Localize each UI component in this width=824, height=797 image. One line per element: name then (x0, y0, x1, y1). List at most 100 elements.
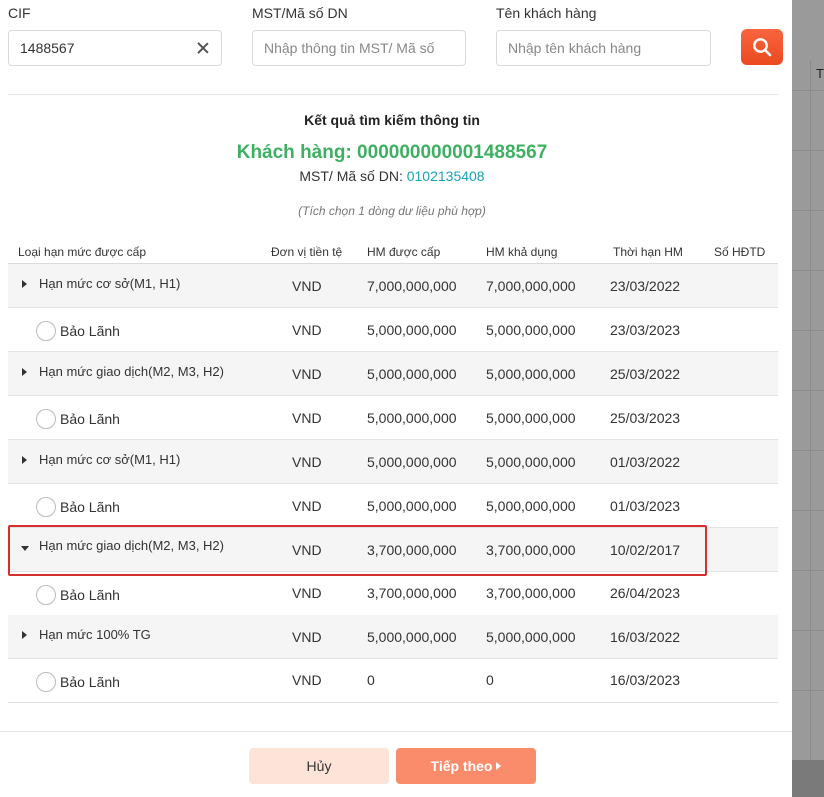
row-available: 5,000,000,000 (486, 410, 576, 426)
row-currency: VND (292, 498, 322, 514)
cancel-button[interactable]: Hủy (249, 748, 389, 784)
mst-line-value: 0102135408 (406, 168, 485, 184)
row-currency: VND (292, 278, 322, 294)
table-row-sub[interactable]: Bảo Lãnh VND 0 0 16/03/2023 (8, 659, 778, 703)
row-expiry: 01/03/2023 (610, 498, 681, 514)
background-header-fragment: T (816, 66, 824, 81)
next-button[interactable]: Tiếp theo (396, 748, 536, 784)
background-row-line (792, 510, 824, 511)
table-row-sub[interactable]: Bảo Lãnh VND 5,000,000,000 5,000,000,000… (8, 396, 778, 440)
row-currency: VND (292, 366, 322, 382)
cif-input[interactable]: 1488567 (8, 30, 222, 66)
row-select-radio[interactable] (36, 409, 56, 429)
row-currency: VND (292, 672, 322, 688)
result-title: Kết quả tìm kiếm thông tin (304, 112, 480, 128)
row-granted: 5,000,000,000 (367, 322, 457, 338)
row-available: 3,700,000,000 (486, 585, 576, 601)
mst-label: MST/Mã số DN (252, 5, 348, 21)
row-available: 5,000,000,000 (486, 366, 576, 382)
expand-caret-icon[interactable] (22, 368, 27, 376)
clear-icon[interactable] (196, 41, 210, 55)
table-row-sub[interactable]: Bảo Lãnh VND 5,000,000,000 5,000,000,000… (8, 308, 778, 352)
caret-right-icon (496, 762, 502, 770)
row-limit-name: Bảo Lãnh (60, 323, 120, 339)
table-row-group[interactable]: Hạn mức giao dịch(M2, M3, H2) VND 5,000,… (8, 352, 778, 396)
search-icon (753, 38, 772, 57)
footer-divider (0, 731, 792, 732)
background-row-line (792, 390, 824, 391)
row-expiry: 16/03/2023 (610, 672, 681, 688)
row-currency: VND (292, 322, 322, 338)
row-granted: 5,000,000,000 (367, 454, 457, 470)
customer-name-input[interactable]: Nhập tên khách hàng (496, 30, 711, 66)
row-granted: 0 (367, 672, 375, 688)
row-expiry: 25/03/2022 (610, 366, 681, 382)
table-row-sub[interactable]: Bảo Lãnh VND 3,700,000,000 3,700,000,000… (8, 572, 778, 616)
row-limit-name: Bảo Lãnh (60, 499, 120, 515)
row-currency: VND (292, 629, 322, 645)
row-select-radio[interactable] (36, 497, 56, 517)
row-limit-name: Hạn mức 100% TG (39, 627, 151, 642)
row-granted: 7,000,000,000 (367, 278, 457, 294)
row-expiry: 23/03/2022 (610, 278, 681, 294)
background-footer (792, 760, 824, 797)
mst-placeholder: Nhập thông tin MST/ Mã số (264, 40, 435, 56)
table-row-group[interactable]: Hạn mức 100% TG VND 5,000,000,000 5,000,… (8, 615, 778, 659)
row-expiry: 25/03/2023 (610, 410, 681, 426)
header-available: HM khả dụng (486, 245, 558, 259)
cif-label: CIF (8, 5, 31, 21)
background-row-line (792, 690, 824, 691)
background-row-line (792, 630, 824, 631)
row-currency: VND (292, 410, 322, 426)
expand-caret-icon[interactable] (22, 631, 27, 639)
section-divider (8, 94, 778, 95)
cancel-button-label: Hủy (306, 758, 332, 774)
next-button-label: Tiếp theo (430, 758, 493, 774)
header-contract-no: Số HĐTD (714, 245, 766, 259)
row-available: 5,000,000,000 (486, 454, 576, 470)
expand-caret-icon[interactable] (22, 280, 27, 288)
mst-line-label: MST/ Mã số DN: (299, 168, 403, 184)
mst-input[interactable]: Nhập thông tin MST/ Mã số (252, 30, 466, 66)
row-available: 5,000,000,000 (486, 498, 576, 514)
row-granted: 3,700,000,000 (367, 585, 457, 601)
search-button[interactable] (741, 29, 783, 65)
row-limit-name: Bảo Lãnh (60, 587, 120, 603)
search-customer-modal: CIF 1488567 MST/Mã số DN Nhập thông tin … (0, 0, 792, 797)
mst-line: MST/ Mã số DN: 0102135408 (0, 168, 784, 184)
row-select-radio[interactable] (36, 672, 56, 692)
header-currency: Đơn vị tiền tệ (271, 245, 343, 259)
row-limit-name: Hạn mức cơ sở(M1, H1) (39, 452, 181, 467)
background-row-line (792, 90, 824, 91)
table-row-group[interactable]: Hạn mức cơ sở(M1, H1) VND 5,000,000,000 … (8, 440, 778, 484)
cif-value: 1488567 (20, 40, 75, 56)
row-currency: VND (292, 454, 322, 470)
row-granted: 5,000,000,000 (367, 629, 457, 645)
background-row-line (792, 450, 824, 451)
background-row-line (792, 270, 824, 271)
expand-caret-icon[interactable] (22, 456, 27, 464)
header-expiry: Thời hạn HM (613, 245, 683, 259)
background-page: T (792, 0, 824, 797)
row-limit-name: Bảo Lãnh (60, 411, 120, 427)
background-column-divider (810, 60, 811, 760)
row-granted: 5,000,000,000 (367, 410, 457, 426)
background-row-line (792, 570, 824, 571)
customer-name-label: Tên khách hàng (496, 5, 597, 21)
row-limit-name: Bảo Lãnh (60, 674, 120, 690)
customer-name-placeholder: Nhập tên khách hàng (508, 40, 642, 56)
row-select-radio[interactable] (36, 321, 56, 341)
table-row-group[interactable]: Hạn mức cơ sở(M1, H1) VND 7,000,000,000 … (8, 264, 778, 308)
selection-hint: (Tích chọn 1 dòng dư liệu phù hợp) (298, 204, 486, 218)
row-granted: 5,000,000,000 (367, 498, 457, 514)
row-limit-name: Hạn mức cơ sở(M1, H1) (39, 276, 181, 291)
background-row-line (792, 330, 824, 331)
row-available: 5,000,000,000 (486, 322, 576, 338)
row-available: 0 (486, 672, 494, 688)
row-currency: VND (292, 585, 322, 601)
row-expiry: 23/03/2023 (610, 322, 681, 338)
row-select-radio[interactable] (36, 585, 56, 605)
table-row-sub[interactable]: Bảo Lãnh VND 5,000,000,000 5,000,000,000… (8, 484, 778, 528)
table-header: Loại hạn mức được cấp Đơn vị tiền tệ HM … (8, 240, 778, 264)
row-granted: 5,000,000,000 (367, 366, 457, 382)
